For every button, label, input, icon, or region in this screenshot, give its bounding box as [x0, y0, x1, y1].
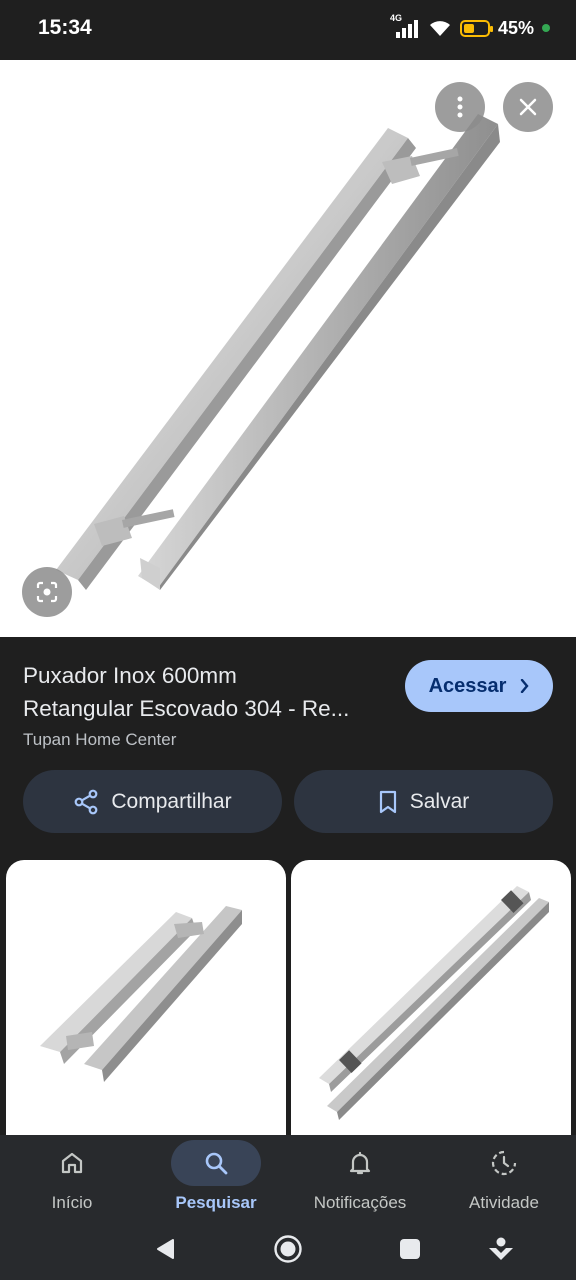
nav-label: Notificações	[313, 1193, 407, 1212]
activity-icon	[491, 1150, 517, 1176]
chevron-right-icon	[521, 679, 529, 693]
lens-icon	[36, 581, 58, 603]
search-icon	[205, 1152, 228, 1175]
product-image	[56, 114, 500, 590]
nav-icon-container	[171, 1140, 261, 1186]
back-icon	[157, 1239, 174, 1259]
share-label: Compartilhar	[111, 789, 232, 813]
nav-item-notificacoes[interactable]: Notificações	[288, 1135, 432, 1220]
close-icon	[519, 98, 537, 116]
battery-icon	[459, 19, 493, 37]
related-product-image	[40, 906, 242, 1082]
bookmark-icon	[379, 790, 396, 813]
system-navigation	[0, 1220, 576, 1280]
save-label: Salvar	[409, 789, 470, 813]
hero-image[interactable]	[0, 60, 576, 637]
bell-icon	[349, 1151, 371, 1175]
nav-icon-container	[459, 1140, 549, 1186]
back-button[interactable]	[148, 1232, 182, 1266]
result-source[interactable]: Tupan Home Center	[23, 730, 176, 750]
lens-button[interactable]	[22, 567, 72, 617]
more-vert-icon	[457, 96, 463, 118]
nav-icon-container	[315, 1140, 405, 1186]
visit-label: Acessar	[428, 674, 507, 697]
nav-item-atividade[interactable]: Atividade	[432, 1135, 576, 1220]
nav-icon-container	[27, 1140, 117, 1186]
related-image-card[interactable]	[6, 860, 286, 1135]
network-label: 4G	[389, 13, 402, 23]
home-icon	[61, 1152, 83, 1174]
related-images	[0, 860, 576, 1135]
save-button[interactable]: Salvar	[294, 770, 553, 833]
signal-icon: 4G	[389, 13, 420, 40]
assistant-icon	[489, 1237, 513, 1260]
assistant-button[interactable]	[484, 1232, 518, 1266]
result-info: Puxador Inox 600mm Retangular Escovado 3…	[0, 637, 576, 860]
wifi-icon	[429, 21, 450, 36]
share-button[interactable]: Compartilhar	[23, 770, 282, 833]
nav-item-pesquisar[interactable]: Pesquisar	[144, 1135, 288, 1220]
share-icon	[74, 789, 98, 814]
nav-label: Pesquisar	[175, 1193, 257, 1212]
nav-label: Início	[51, 1193, 93, 1212]
result-title-line1: Puxador Inox 600mm	[23, 663, 237, 688]
privacy-indicator-icon	[542, 24, 550, 32]
nav-item-inicio[interactable]: Início	[0, 1135, 144, 1220]
more-options-button[interactable]	[435, 82, 485, 132]
bottom-navigation: Início Pesquisar Notificações Atividade	[0, 1135, 576, 1220]
related-product-image	[319, 886, 549, 1120]
related-image-card[interactable]	[291, 860, 571, 1135]
home-circle-icon	[274, 1235, 302, 1263]
result-title-line2: Retangular Escovado 304 - Re...	[23, 696, 350, 721]
result-title[interactable]: Puxador Inox 600mm Retangular Escovado 3…	[23, 659, 393, 725]
battery-percent: 45%	[497, 17, 534, 38]
recents-icon	[400, 1239, 420, 1259]
status-bar: 15:34 4G 45%	[0, 0, 576, 60]
recents-button[interactable]	[393, 1232, 427, 1266]
status-time: 15:34	[38, 16, 92, 39]
home-button[interactable]	[271, 1232, 305, 1266]
visit-button[interactable]: Acessar	[405, 660, 553, 712]
status-icons: 4G 45%	[389, 13, 550, 40]
nav-label: Atividade	[469, 1193, 539, 1212]
close-button[interactable]	[503, 82, 553, 132]
